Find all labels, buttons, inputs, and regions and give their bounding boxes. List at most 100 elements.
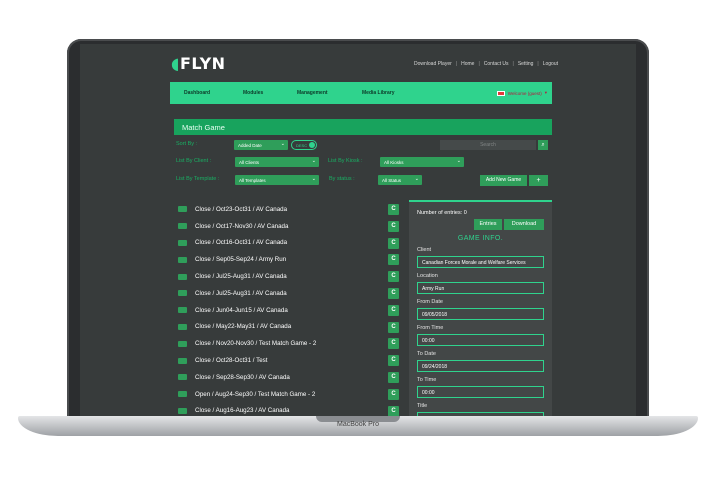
calendar-icon — [178, 357, 187, 364]
game-row[interactable]: Close / Aug16-Aug23 / AV Canada C — [178, 403, 408, 416]
client-select-value: All Clients — [239, 159, 260, 165]
calendar-icon — [178, 223, 187, 230]
link-logout[interactable]: Logout — [543, 61, 558, 67]
order-toggle[interactable]: DESC — [291, 140, 317, 150]
sort-by-select[interactable]: Added Date ⌄ — [234, 140, 288, 150]
toggle-knob — [309, 142, 315, 148]
game-label[interactable]: Close / Nov20-Nov30 / Test Match Game - … — [195, 340, 316, 347]
calendar-icon — [178, 374, 187, 381]
nav-management[interactable]: Management — [297, 90, 328, 96]
game-row[interactable]: Close / Nov20-Nov30 / Test Match Game - … — [178, 335, 408, 352]
game-label[interactable]: Close / Oct28-Oct31 / Test — [195, 357, 267, 364]
order-toggle-label: DESC — [296, 143, 308, 148]
add-new-game-button[interactable]: Add New Game — [480, 175, 527, 186]
game-row[interactable]: Close / Oct17-Nov30 / AV Canada C — [178, 218, 408, 235]
link-download-player[interactable]: Download Player — [414, 61, 452, 67]
from-time-field[interactable]: 00:00 — [417, 334, 544, 346]
sort-by-value: Added Date — [238, 142, 262, 148]
to-time-field[interactable]: 00:00 — [417, 386, 544, 398]
copy-button[interactable]: C — [388, 338, 399, 350]
link-contact-us[interactable]: Contact Us — [484, 61, 509, 67]
client-label: Client — [417, 247, 432, 253]
game-row[interactable]: Close / Jun04-Jun15 / AV Canada C — [178, 302, 408, 319]
copy-button[interactable]: C — [388, 204, 399, 215]
calendar-icon — [178, 290, 187, 297]
search-input[interactable]: Search — [440, 140, 536, 150]
calendar-icon — [178, 239, 187, 246]
filter-bar: Sort By : Added Date ⌄ DESC Search ⌕ List… — [174, 138, 552, 198]
user-menu[interactable]: Welcome (guest) ▾ — [496, 90, 547, 96]
client-field[interactable]: Canadian Forces Morale and Welfare Servi… — [417, 256, 544, 268]
sort-by-label: Sort By : — [176, 141, 198, 147]
game-label[interactable]: Close / Jun04-Jun15 / AV Canada — [195, 307, 288, 314]
copy-button[interactable]: C — [388, 405, 399, 416]
laptop-screen: ◖FLYN Download Player | Home | Contact Us |… — [80, 44, 636, 416]
game-info-panel: Number of entries: 0 Entries Download GA… — [409, 200, 552, 416]
game-row[interactable]: Close / Oct28-Oct31 / Test C — [178, 352, 408, 369]
template-select[interactable]: All Templates ⌄ — [235, 175, 319, 185]
game-label[interactable]: Close / May22-May31 / AV Canada — [195, 323, 291, 330]
copy-button[interactable]: C — [388, 304, 399, 316]
from-time-label: From Time — [417, 325, 444, 331]
nav-media-library[interactable]: Media Library — [362, 90, 395, 96]
game-row[interactable]: Close / May22-May31 / AV Canada C — [178, 319, 408, 336]
copy-button[interactable]: C — [388, 237, 399, 249]
panel-title: Match Game — [174, 119, 552, 135]
kiosk-select[interactable]: All Kiosks ⌄ — [380, 157, 464, 167]
calendar-icon — [178, 407, 187, 414]
kiosk-select-value: All Kiosks — [384, 159, 404, 165]
game-label[interactable]: Close / Sep28-Sep30 / AV Canada — [195, 374, 290, 381]
flyn-logo[interactable]: ◖FLYN — [171, 54, 226, 73]
status-select[interactable]: All Status ⌄ — [378, 175, 422, 185]
game-label[interactable]: Open / Aug24-Sep30 / Test Match Game - 2 — [195, 391, 315, 398]
nav-modules[interactable]: Modules — [243, 90, 263, 96]
calendar-icon — [178, 391, 187, 398]
game-label[interactable]: Close / Oct17-Nov30 / AV Canada — [195, 223, 288, 230]
copy-button[interactable]: C — [388, 271, 399, 283]
add-plus-button[interactable]: + — [529, 175, 548, 186]
game-label[interactable]: Close / Oct23-Oct31 / AV Canada — [195, 206, 287, 213]
location-field[interactable]: Army Run — [417, 282, 544, 294]
copy-button[interactable]: C — [388, 371, 399, 383]
game-label[interactable]: Close / Oct16-Oct31 / AV Canada — [195, 239, 287, 246]
game-row[interactable]: Close / Oct16-Oct31 / AV Canada C — [178, 235, 408, 252]
copy-button[interactable]: C — [388, 287, 399, 299]
template-select-value: All Templates — [239, 177, 266, 183]
copy-button[interactable]: C — [388, 388, 399, 400]
link-home[interactable]: Home — [461, 61, 474, 67]
game-row[interactable]: Close / Oct23-Oct31 / AV Canada C — [178, 201, 408, 218]
chevron-down-icon: ⌄ — [280, 141, 285, 147]
copy-button[interactable]: C — [388, 220, 399, 232]
link-separator: | — [478, 61, 480, 67]
from-date-field[interactable]: 09/05/2018 — [417, 308, 544, 320]
game-label[interactable]: Close / Sep05-Sep24 / Army Run — [195, 256, 286, 263]
entries-button[interactable]: Entries — [474, 219, 502, 230]
search-icon[interactable]: ⌕ — [538, 140, 548, 150]
game-row[interactable]: Close / Jul25-Aug31 / AV Canada C — [178, 268, 408, 285]
game-label[interactable]: Close / Jul25-Aug31 / AV Canada — [195, 290, 287, 297]
title-field[interactable] — [417, 412, 544, 416]
calendar-icon — [178, 340, 187, 347]
user-name: Welcome (guest) — [507, 90, 542, 96]
game-label[interactable]: Close / Aug16-Aug23 / AV Canada — [195, 407, 289, 414]
client-select[interactable]: All Clients ⌄ — [235, 157, 319, 167]
game-row[interactable]: Open / Aug24-Sep30 / Test Match Game - 2… — [178, 386, 408, 403]
game-row[interactable]: Close / Jul25-Aug31 / AV Canada C — [178, 285, 408, 302]
calendar-icon — [178, 307, 187, 314]
nav-dashboard[interactable]: Dashboard — [184, 90, 210, 96]
to-date-field[interactable]: 09/24/2018 — [417, 360, 544, 372]
link-separator: | — [455, 61, 458, 67]
copy-button[interactable]: C — [388, 254, 399, 266]
list-by-template-label: List By Template : — [176, 176, 220, 182]
copy-button[interactable]: C — [388, 321, 399, 333]
chevron-down-icon: ⌄ — [456, 158, 461, 164]
download-button[interactable]: Download — [504, 219, 544, 230]
link-setting[interactable]: Setting — [518, 61, 534, 67]
game-label[interactable]: Close / Jul25-Aug31 / AV Canada — [195, 273, 287, 280]
copy-button[interactable]: C — [388, 355, 399, 367]
title-label: Title — [417, 403, 428, 409]
game-row[interactable]: Close / Sep28-Sep30 / AV Canada C — [178, 369, 408, 386]
link-separator: | — [512, 61, 514, 67]
flag-icon — [496, 90, 505, 96]
game-row[interactable]: Close / Sep05-Sep24 / Army Run C — [178, 251, 408, 268]
